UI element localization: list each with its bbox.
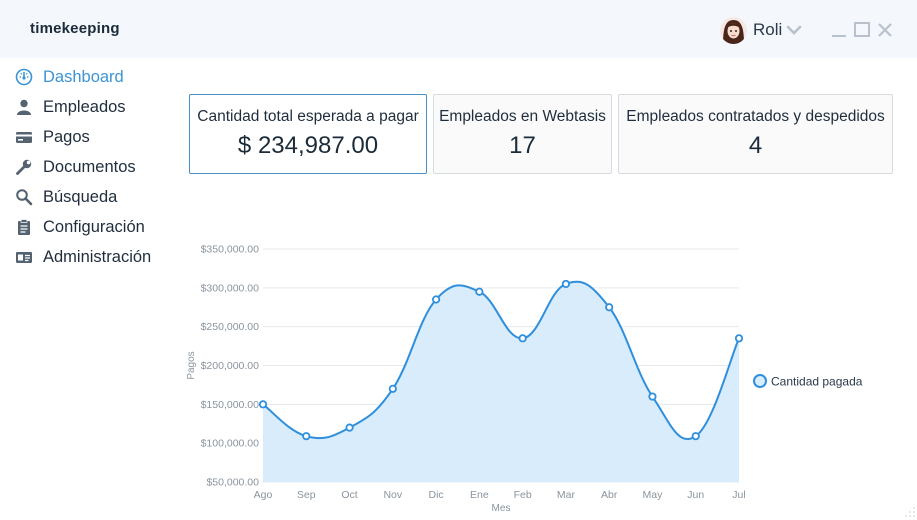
hired-fired-card[interactable]: Empleados contratados y despedidos 4: [618, 94, 893, 174]
sidebar-item-empleados[interactable]: Empleados: [14, 92, 184, 122]
sidebar-item-busqueda[interactable]: Búsqueda: [14, 182, 184, 212]
app-title: timekeeping: [30, 20, 120, 37]
user-icon: [14, 97, 34, 117]
y-tick-label: $50,000.00: [206, 477, 259, 489]
user-menu[interactable]: Roli: [720, 16, 802, 44]
series-area: [263, 281, 739, 482]
data-point: [431, 295, 441, 304]
credit-card-icon: [14, 127, 34, 147]
resize-grip-icon[interactable]: [904, 506, 916, 518]
data-point: [734, 334, 744, 343]
search-icon: [14, 187, 34, 207]
card-title: Empleados contratados y despedidos: [626, 108, 885, 125]
card-title: Cantidad total esperada a pagar: [197, 108, 419, 125]
data-point: [302, 432, 311, 441]
user-name: Roli: [753, 20, 783, 39]
legend-marker: [753, 374, 767, 388]
card-title: Empleados en Webtasis: [439, 108, 606, 125]
x-tick-label: Ago: [254, 489, 273, 501]
id-card-icon: [14, 247, 34, 267]
x-tick-label: Jul: [732, 489, 745, 501]
data-point: [345, 423, 354, 432]
sidebar-item-label: Empleados: [43, 97, 126, 116]
legend-label: Cantidad pagada: [771, 375, 863, 389]
x-tick-label: Sep: [297, 489, 316, 501]
data-point: [475, 287, 484, 296]
data-point: [605, 303, 614, 312]
sidebar-item-label: Pagos: [43, 127, 90, 146]
y-axis-title: Pagos: [186, 351, 197, 379]
sidebar-item-label: Búsqueda: [43, 187, 118, 206]
close-icon[interactable]: [876, 21, 894, 39]
total-expected-card[interactable]: Cantidad total esperada a pagar $ 234,98…: [189, 94, 427, 174]
data-point: [388, 384, 397, 393]
minimize-icon[interactable]: [830, 21, 848, 39]
x-tick-label: Feb: [514, 489, 532, 501]
x-tick-label: Nov: [383, 489, 402, 501]
card-value: $ 234,987.00: [237, 132, 379, 159]
sidebar: Dashboard Empleados Pagos Documentos Bús…: [14, 62, 184, 272]
x-tick-label: Ene: [470, 489, 489, 501]
x-tick-label: Mar: [557, 489, 576, 501]
y-tick-label: $200,000.00: [201, 360, 260, 372]
data-point: [648, 392, 657, 401]
y-tick-label: $350,000.00: [201, 244, 260, 256]
payments-chart: $50,000.00 $100,000.00 $150,000.00 $200,000…: [186, 244, 863, 515]
dashboard-icon: [14, 67, 34, 87]
sidebar-item-label: Administración: [43, 247, 152, 266]
x-tick-label: Jun: [687, 489, 704, 501]
sidebar-item-label: Configuración: [43, 217, 145, 236]
y-tick-label: $150,000.00: [201, 399, 260, 411]
sidebar-item-configuracion[interactable]: Configuración: [14, 212, 184, 242]
wrench-icon: [14, 157, 34, 177]
card-value: 17: [509, 132, 536, 159]
maximize-icon[interactable]: [853, 21, 871, 39]
x-tick-label: Abr: [601, 489, 618, 501]
title-bar: timekeeping Roli: [0, 0, 917, 58]
x-tick-label: Oct: [341, 489, 357, 501]
card-value: 4: [748, 132, 763, 159]
x-tick-label: Dic: [429, 489, 444, 501]
avatar[interactable]: [720, 16, 747, 44]
sidebar-item-administracion[interactable]: Administración: [14, 242, 184, 272]
data-point: [518, 334, 527, 343]
y-tick-label: $250,000.00: [201, 321, 260, 333]
data-point: [561, 279, 571, 289]
y-tick-label: $100,000.00: [201, 438, 260, 450]
x-axis-title: Mes: [492, 503, 511, 514]
sidebar-item-label: Dashboard: [43, 67, 124, 86]
data-point: [258, 400, 268, 409]
y-tick-label: $300,000.00: [201, 282, 260, 294]
data-point: [691, 432, 700, 441]
sidebar-item-label: Documentos: [43, 157, 136, 176]
employees-card[interactable]: Empleados en Webtasis 17: [433, 94, 612, 174]
clipboard-icon: [14, 217, 34, 237]
sidebar-item-documentos[interactable]: Documentos: [14, 152, 184, 182]
sidebar-item-dashboard[interactable]: Dashboard: [14, 62, 184, 92]
x-tick-label: May: [643, 489, 664, 501]
chevron-down-icon[interactable]: [786, 23, 802, 41]
sidebar-item-pagos[interactable]: Pagos: [14, 122, 184, 152]
